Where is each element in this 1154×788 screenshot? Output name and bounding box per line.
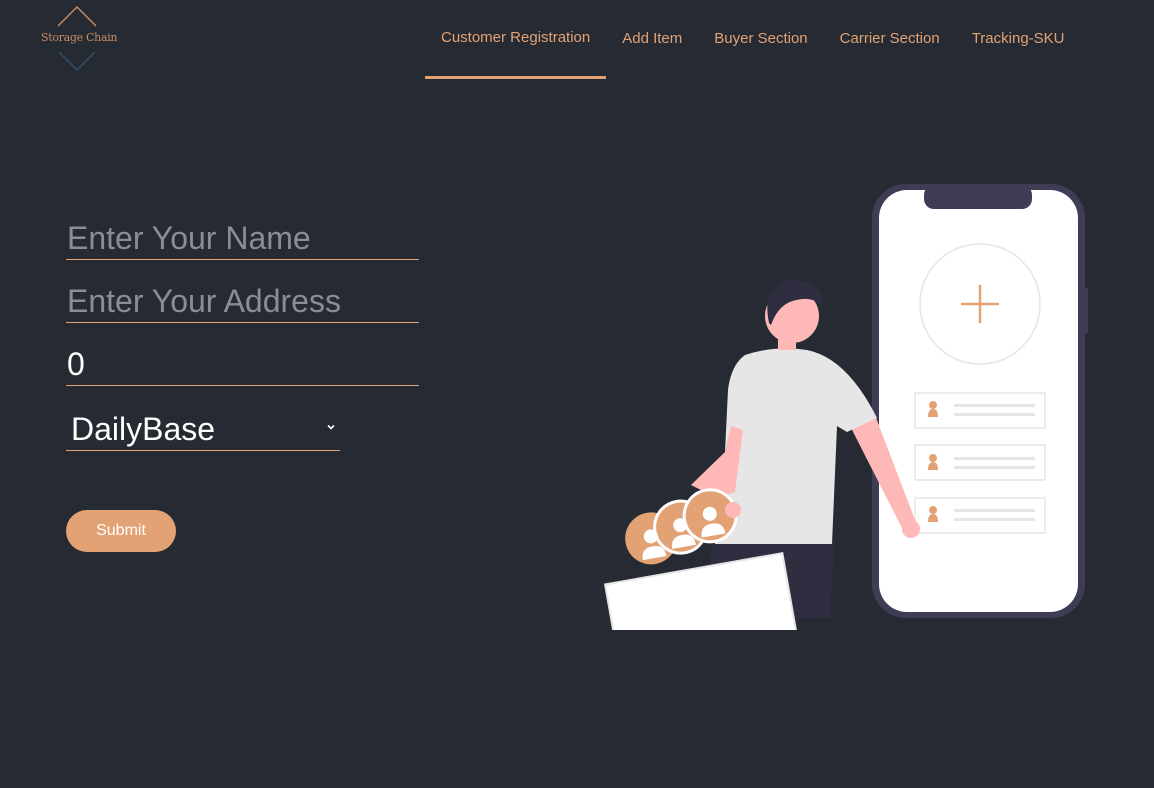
nav-tracking-sku[interactable]: Tracking-SKU (956, 0, 1081, 80)
main-nav: Customer Registration Add Item Buyer Sec… (425, 0, 1081, 80)
nav-add-item[interactable]: Add Item (606, 0, 698, 80)
amount-field (66, 345, 419, 386)
registration-illustration (603, 184, 1088, 630)
chevron-down-icon (327, 424, 335, 430)
contact-card (914, 444, 1046, 481)
address-field (66, 282, 419, 323)
contact-card (914, 497, 1046, 534)
contact-card (914, 392, 1046, 429)
logo-text: Storage Chain (41, 31, 118, 44)
page: Storage Chain Customer Registration Add … (0, 0, 1154, 788)
name-field (66, 219, 419, 260)
submit-button[interactable]: Submit (66, 510, 176, 552)
money-card (603, 552, 798, 630)
name-input[interactable] (66, 219, 419, 259)
nav-carrier-section[interactable]: Carrier Section (824, 0, 956, 80)
plan-select-value: DailyBase (71, 411, 216, 447)
logo[interactable]: Storage Chain (38, 6, 118, 72)
address-input[interactable] (66, 282, 419, 322)
nav-customer-registration[interactable]: Customer Registration (425, 0, 607, 79)
plan-select[interactable]: DailyBase (66, 410, 340, 451)
nav-buyer-section[interactable]: Buyer Section (698, 0, 823, 80)
amount-input[interactable] (66, 345, 419, 385)
